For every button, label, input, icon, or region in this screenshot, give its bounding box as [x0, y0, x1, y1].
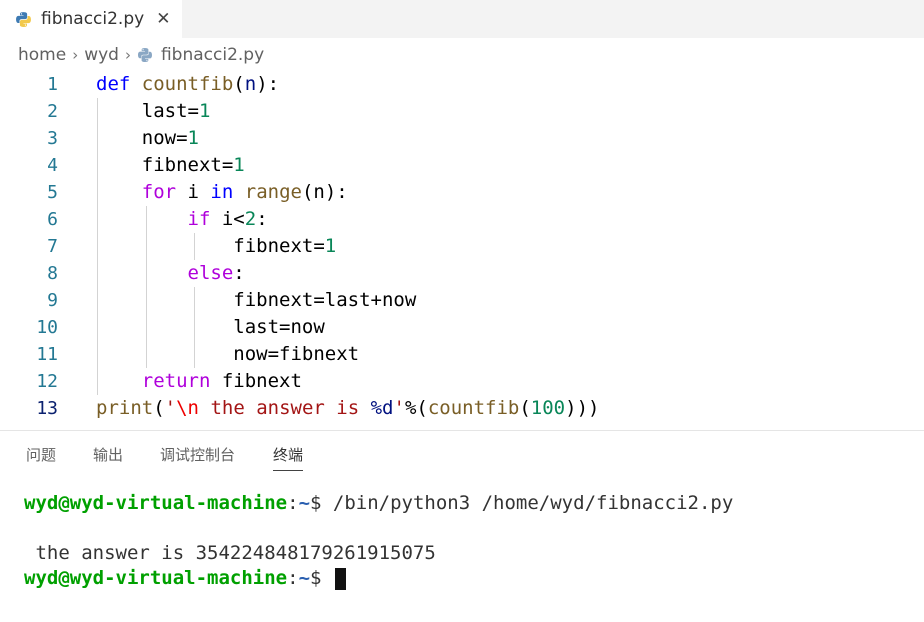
code-line: 1 def countfib(n):	[0, 71, 924, 98]
terminal-output: the answer is 354224848179261915075	[24, 542, 436, 564]
editor-tab-bar: fibnacci2.py ✕	[0, 0, 924, 38]
python-icon	[15, 11, 32, 28]
prompt-path: ~	[298, 492, 311, 514]
chevron-right-icon: ›	[72, 46, 79, 64]
tab-output[interactable]: 输出	[93, 440, 123, 470]
code-line: 7 fibnext=1	[0, 233, 924, 260]
line-number: 10	[36, 317, 58, 338]
code-text: fibnext=last+now	[233, 289, 417, 311]
prompt-path: ~	[298, 567, 311, 589]
code-line: 4 fibnext=1	[0, 152, 924, 179]
line-number: 3	[47, 128, 58, 149]
code-text: last=now	[233, 316, 325, 338]
breadcrumb: home › wyd › fibnacci2.py	[18, 42, 264, 68]
code-text: fibnext=1	[233, 235, 337, 257]
code-line: 5 for i in range(n):	[0, 179, 924, 206]
terminal-cursor	[334, 567, 346, 590]
prompt-user: wyd@wyd-virtual-machine	[24, 567, 288, 589]
code-text: return fibnext	[141, 370, 302, 392]
tab-terminal[interactable]: 终端	[273, 440, 304, 471]
tab-debug-console[interactable]: 调试控制台	[160, 440, 235, 470]
code-editor[interactable]: 1 def countfib(n): 2 last=1 3 now=1 4 fi…	[0, 71, 924, 429]
tab-title: fibnacci2.py	[41, 9, 145, 29]
code-text: if i<2:	[187, 208, 268, 230]
tab-problems[interactable]: 问题	[26, 440, 56, 470]
line-number: 12	[36, 371, 58, 392]
code-line: 11 now=fibnext	[0, 341, 924, 368]
code-line: 3 now=1	[0, 125, 924, 152]
code-line: 12 return fibnext	[0, 368, 924, 395]
line-number: 4	[47, 155, 58, 176]
close-icon[interactable]: ✕	[156, 9, 170, 29]
chevron-right-icon: ›	[124, 46, 131, 64]
code-line: 8 else:	[0, 260, 924, 287]
tab-fibnacci2[interactable]: fibnacci2.py ✕	[0, 0, 182, 38]
code-line: 2 last=1	[0, 98, 924, 125]
code-text: print('\n the answer is %d'%(countfib(10…	[96, 397, 600, 419]
terminal-line: wyd@wyd-virtual-machine:~$	[24, 565, 346, 591]
line-number: 13	[36, 398, 58, 419]
terminal-command: /bin/python3 /home/wyd/fibnacci2.py	[332, 492, 734, 514]
code-line: 6 if i<2:	[0, 206, 924, 233]
code-text: now=fibnext	[233, 343, 360, 365]
prompt-user: wyd@wyd-virtual-machine	[24, 492, 288, 514]
line-number: 7	[47, 236, 58, 257]
line-number: 2	[47, 101, 58, 122]
terminal-line: wyd@wyd-virtual-machine:~$ /bin/python3 …	[24, 492, 734, 514]
breadcrumb-home[interactable]: home	[18, 45, 66, 65]
line-number: 8	[47, 263, 58, 284]
line-number: 5	[47, 182, 58, 203]
line-number: 11	[36, 344, 58, 365]
line-number: 9	[47, 290, 58, 311]
breadcrumb-file[interactable]: fibnacci2.py	[161, 45, 264, 65]
code-text: now=1	[141, 127, 199, 149]
code-text: last=1	[141, 100, 211, 122]
code-text: for i in range(n):	[141, 181, 348, 203]
code-line: 10 last=now	[0, 314, 924, 341]
code-text: else:	[187, 262, 245, 284]
code-line: 9 fibnext=last+now	[0, 287, 924, 314]
breadcrumb-wyd[interactable]: wyd	[84, 45, 119, 65]
code-text: fibnext=1	[141, 154, 245, 176]
line-number: 1	[47, 74, 58, 95]
panel-divider	[0, 430, 924, 431]
python-icon	[137, 47, 153, 63]
line-number: 6	[47, 209, 58, 230]
terminal[interactable]: wyd@wyd-virtual-machine:~$ /bin/python3 …	[0, 486, 924, 622]
code-text: def countfib(n):	[96, 73, 280, 95]
panel-tab-bar: 问题 输出 调试控制台 终端	[0, 440, 924, 472]
code-line: 13 print('\n the answer is %d'%(countfib…	[0, 395, 924, 422]
